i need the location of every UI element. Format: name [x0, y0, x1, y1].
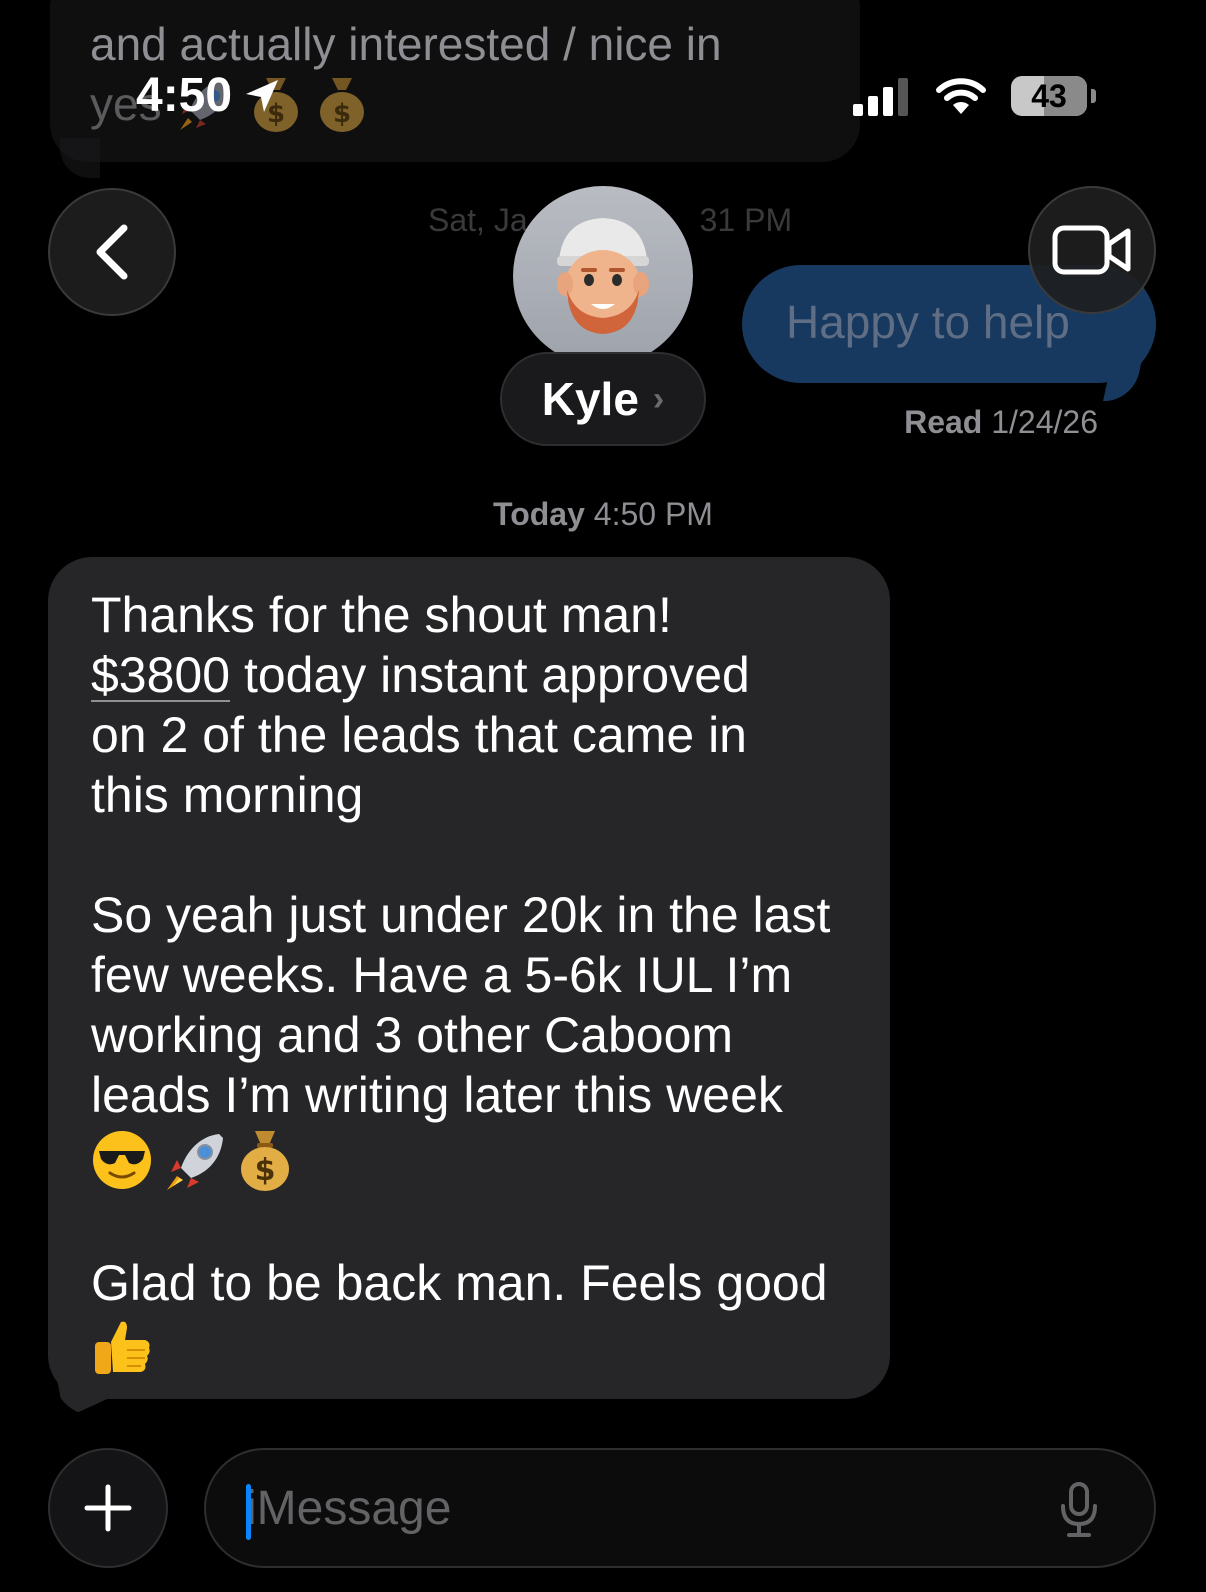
status-bar-indicators: 43	[853, 76, 1096, 116]
add-attachment-button[interactable]	[48, 1448, 168, 1568]
contact-name-button[interactable]: Kyle ›	[500, 352, 706, 446]
video-call-button[interactable]	[1028, 186, 1156, 314]
read-receipt: Read 1/24/26	[904, 404, 1098, 441]
read-date: 1/24/26	[991, 404, 1098, 440]
cellular-signal-icon	[853, 78, 908, 116]
message-input-container[interactable]	[204, 1448, 1156, 1568]
video-camera-icon	[1052, 225, 1131, 275]
timestamp-day: Today	[493, 496, 585, 532]
timestamp-time: 4:50 PM	[593, 496, 713, 532]
plus-icon	[84, 1484, 132, 1532]
location-arrow-icon	[246, 79, 279, 112]
money-bag-emoji-icon: $	[241, 1131, 289, 1191]
amount-link[interactable]: $3800	[91, 647, 230, 703]
dictation-button[interactable]	[1054, 1482, 1104, 1538]
received-message-text: Thanks for the shout man! $3800 today in…	[91, 585, 881, 1381]
contact-name: Kyle	[541, 373, 639, 425]
message-line: leads I’m writing later this week	[91, 1067, 783, 1123]
text-caret	[246, 1484, 251, 1540]
wifi-icon	[936, 78, 986, 114]
previous-message-tail	[60, 138, 100, 178]
money-bag-emoji-icon: $	[319, 78, 364, 132]
contact-avatar[interactable]	[513, 186, 693, 366]
message-line: Glad to be back man. Feels good	[91, 1255, 828, 1311]
emoji-row	[91, 1315, 881, 1381]
previous-message-line1: and actually interested / nice in	[90, 18, 722, 70]
battery-cap	[1091, 89, 1096, 103]
message-line: working and 3 other Caboom	[91, 1007, 734, 1063]
message-line: So yeah just under 20k in the last	[91, 887, 831, 943]
message-line: few weeks. Have a 5-6k IUL I’m	[91, 947, 793, 1003]
back-button[interactable]	[48, 188, 176, 316]
message-input[interactable]	[244, 1479, 1008, 1537]
message-line: Thanks for the shout man!	[91, 587, 672, 643]
memoji-avatar-icon	[557, 218, 649, 334]
status-bar-time: 4:50	[136, 68, 282, 123]
chevron-right-icon: ›	[652, 379, 665, 418]
message-timestamp: Today 4:50 PM	[0, 496, 1206, 533]
message-line: on 2 of the leads that came in	[91, 707, 747, 763]
battery-level: 43	[1031, 78, 1067, 114]
battery-icon: 43	[1011, 76, 1087, 116]
message-line: this morning	[91, 767, 364, 823]
read-label: Read	[904, 404, 983, 440]
message-line: $3800 today instant approved	[91, 647, 750, 703]
thumbs-up-emoji-icon	[95, 1321, 150, 1374]
chevron-left-icon	[96, 224, 128, 280]
sent-message-text: Happy to help	[786, 296, 1070, 348]
microphone-icon	[1061, 1482, 1097, 1537]
svg-text:$: $	[255, 1153, 276, 1188]
svg-text:$: $	[333, 99, 351, 129]
rocket-emoji-icon	[167, 1134, 223, 1190]
sunglasses-face-emoji-icon	[93, 1131, 151, 1189]
emoji-row: $	[91, 1127, 881, 1193]
status-time-text: 4:50	[136, 69, 233, 122]
